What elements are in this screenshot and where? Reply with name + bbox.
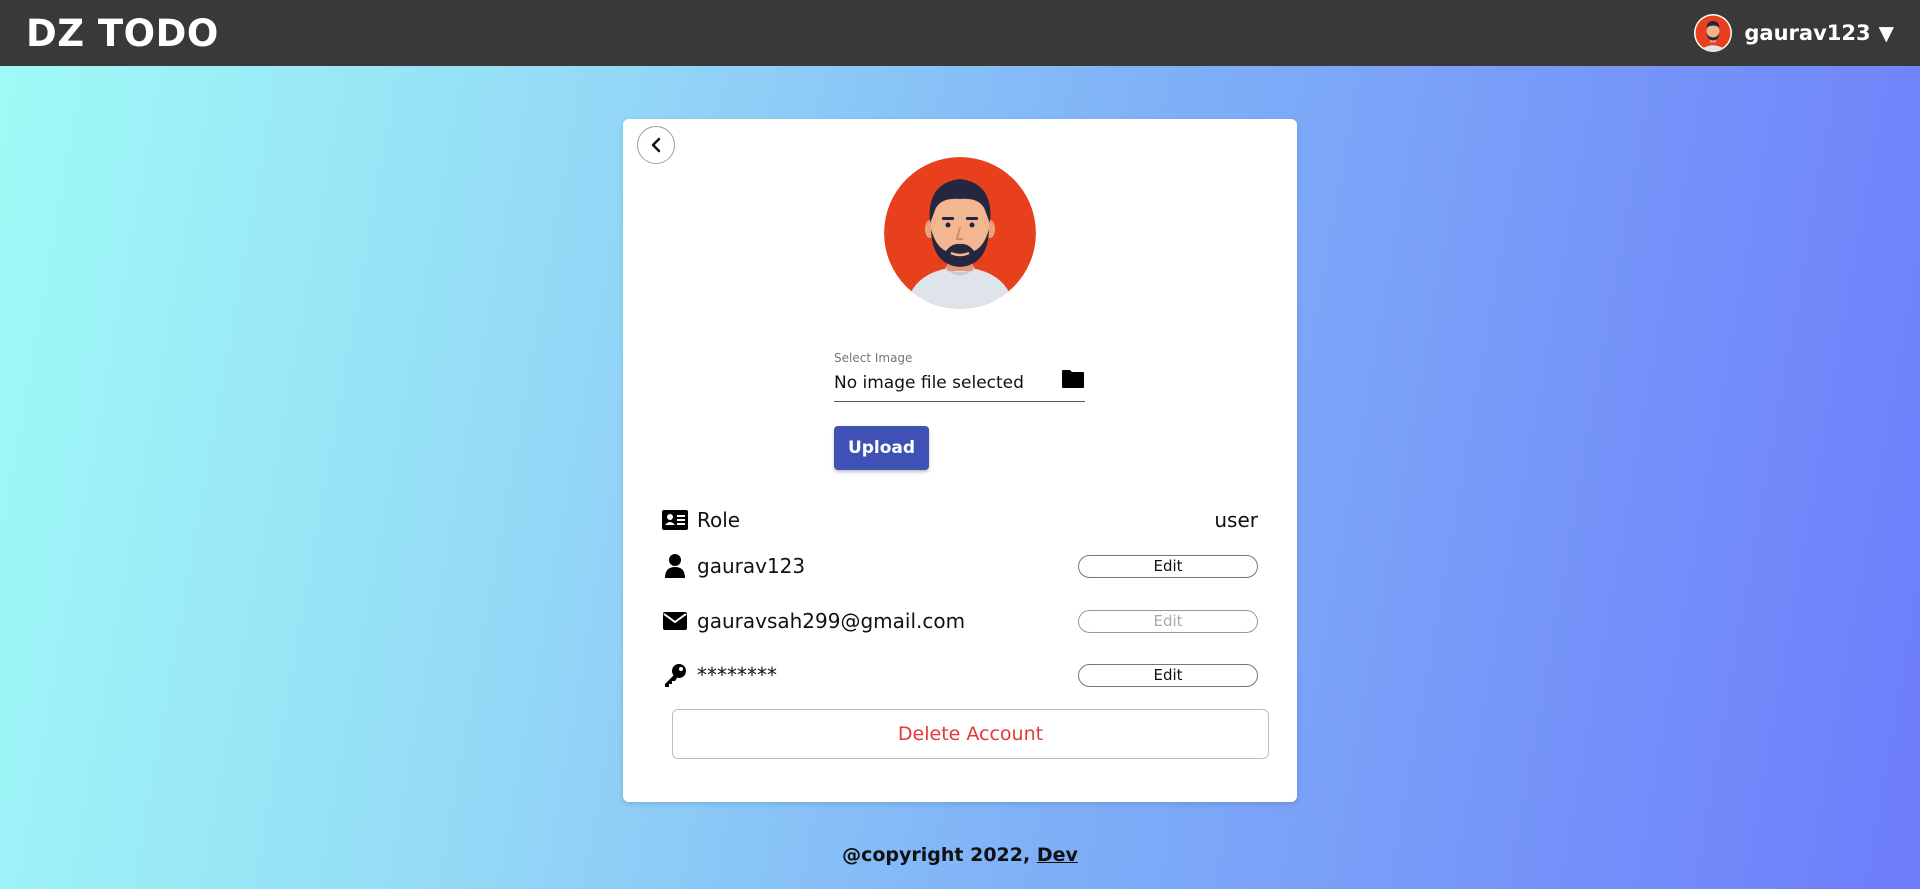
file-field-label: Select Image: [834, 351, 913, 365]
image-file-field[interactable]: Select Image No image file selected: [834, 349, 1085, 402]
delete-account-button[interactable]: Delete Account: [672, 709, 1269, 759]
caret-down-icon: ▼: [1878, 21, 1894, 45]
id-card-icon: [661, 509, 689, 531]
user-icon: [661, 554, 689, 578]
chevron-left-icon: [651, 137, 661, 153]
password-value: ********: [697, 663, 777, 687]
email-value: gauravsah299@gmail.com: [697, 609, 966, 633]
navbar-username: gaurav123: [1744, 21, 1871, 45]
profile-card: Select Image No image file selected Uplo…: [623, 119, 1297, 802]
footer: @copyright 2022, Dev: [0, 844, 1920, 866]
avatar: [1694, 14, 1733, 52]
key-icon: [661, 663, 689, 687]
navbar: DZ TODO gaurav123 ▼: [0, 0, 1920, 66]
role-row: Role user: [661, 503, 1258, 537]
envelope-icon: [661, 612, 689, 630]
edit-username-button[interactable]: Edit: [1078, 554, 1258, 578]
edit-password-button[interactable]: Edit: [1078, 663, 1258, 687]
email-row: gauravsah299@gmail.com Edit: [661, 604, 1258, 638]
avatar-image: [884, 157, 1036, 309]
username-value: gaurav123: [697, 554, 806, 578]
profile-avatar: [884, 157, 1036, 309]
role-value: user: [1214, 508, 1258, 532]
file-field-value: No image file selected: [834, 373, 1024, 393]
password-row: ******** Edit: [661, 658, 1258, 692]
avatar-image: [1695, 15, 1731, 52]
upload-button[interactable]: Upload: [834, 426, 929, 470]
folder-icon[interactable]: [1061, 369, 1085, 389]
dev-link[interactable]: Dev: [1037, 844, 1078, 866]
user-menu[interactable]: gaurav123 ▼: [1694, 14, 1894, 52]
copyright-text: @copyright 2022,: [842, 844, 1037, 866]
edit-email-button[interactable]: Edit: [1078, 609, 1258, 633]
username-row: gaurav123 Edit: [661, 549, 1258, 583]
role-label: Role: [697, 508, 741, 532]
brand-logo[interactable]: DZ TODO: [26, 12, 219, 55]
back-button[interactable]: [637, 126, 675, 164]
